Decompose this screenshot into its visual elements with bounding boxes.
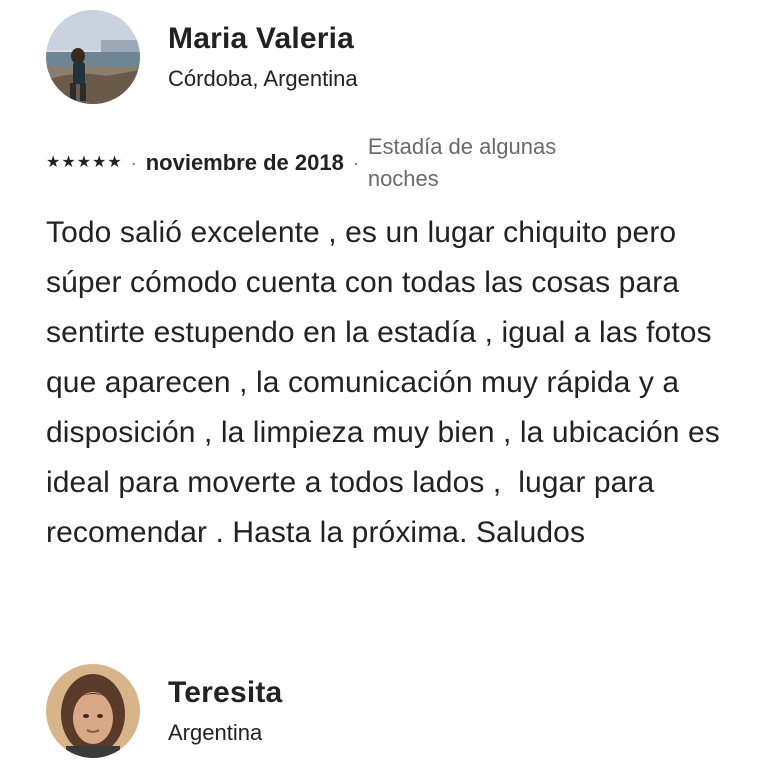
star-rating: ★ ★ ★ ★ ★ [46, 153, 122, 173]
reviewer-info: Maria Valeria Córdoba, Argentina [168, 20, 358, 94]
reviewer-header: Teresita Argentina [46, 664, 282, 758]
review-meta: ★ ★ ★ ★ ★ · noviembre de 2018 · Estadía … [46, 128, 558, 198]
reviewer-name[interactable]: Teresita [168, 674, 282, 712]
reviewer-location: Córdoba, Argentina [168, 66, 358, 91]
reviewer-photo-portrait [46, 664, 140, 758]
reviewer-photo-beach [46, 10, 140, 104]
star-icon: ★ [76, 154, 92, 171]
star-icon: ★ [46, 154, 61, 171]
reviewer-location: Argentina [168, 720, 263, 745]
avatar[interactable] [46, 10, 140, 104]
reviewer-info: Teresita Argentina [168, 674, 282, 748]
star-icon: ★ [61, 154, 76, 171]
star-icon: ★ [92, 154, 107, 171]
separator-dot: · [352, 152, 359, 173]
star-icon: ★ [107, 154, 122, 171]
reviewer-header: Maria Valeria Córdoba, Argentina [46, 10, 358, 104]
review-date: noviembre de 2018 [145, 150, 344, 175]
avatar[interactable] [46, 664, 140, 758]
separator-dot: · [130, 152, 137, 173]
reviewer-name[interactable]: Maria Valeria [168, 20, 358, 58]
stay-type: Estadía de algunas noches [367, 134, 557, 191]
review-text: Todo salió excelente , es un lugar chiqu… [46, 216, 729, 549]
